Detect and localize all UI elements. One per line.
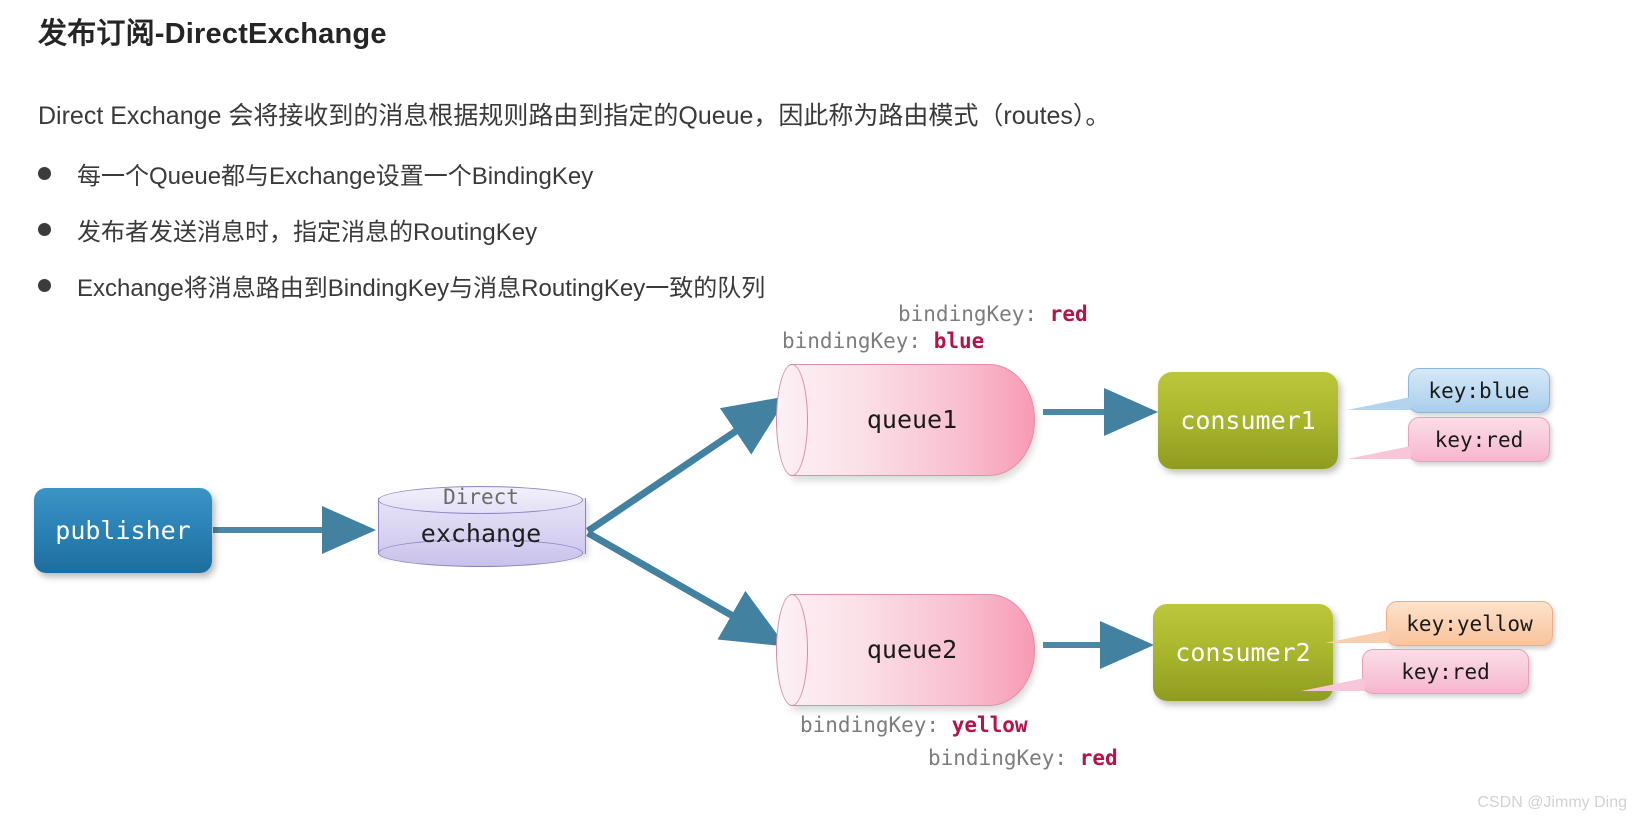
- arrow-exchange-to-queue2: [586, 529, 787, 647]
- watermark: CSDN @Jimmy Ding: [1477, 794, 1627, 811]
- exchange-node[interactable]: Direct exchange: [378, 485, 586, 567]
- message-bubble-label: key:red: [1434, 427, 1524, 452]
- message-bubble-label: key:blue: [1428, 378, 1530, 403]
- arrow-exchange-to-queue1: [586, 396, 788, 534]
- queue1-label: queue1: [866, 404, 958, 434]
- binding-key-value: blue: [933, 329, 985, 353]
- binding-key-label-queue1-red: bindingKey: red: [898, 302, 1088, 326]
- message-bubble-key-red-consumer1: key:red: [1347, 417, 1550, 462]
- binding-key-prefix: bindingKey:: [928, 746, 1080, 770]
- message-bubble-key-red-consumer2: key:red: [1301, 649, 1529, 694]
- exchange-label: exchange: [420, 519, 542, 548]
- binding-key-label-queue2-yellow: bindingKey: yellow: [800, 713, 1028, 737]
- bubble-tail-icon: [1347, 397, 1411, 410]
- exchange-type-label: Direct: [443, 485, 519, 509]
- consumer1-label: consumer1: [1180, 406, 1316, 435]
- queue2-label: queue2: [866, 634, 958, 664]
- binding-key-value: red: [1079, 746, 1118, 770]
- consumer2-label: consumer2: [1175, 638, 1311, 667]
- binding-key-prefix: bindingKey:: [898, 302, 1050, 326]
- binding-key-label-queue2-red: bindingKey: red: [928, 746, 1118, 770]
- message-bubble-label: key:red: [1401, 659, 1490, 684]
- bubble-tail-icon: [1347, 446, 1411, 459]
- message-bubble-label: key:yellow: [1406, 611, 1533, 636]
- bubble-tail-icon: [1301, 678, 1365, 691]
- binding-key-prefix: bindingKey:: [782, 329, 934, 353]
- publisher-label: publisher: [55, 516, 191, 545]
- message-bubble-key-yellow: key:yellow: [1325, 601, 1553, 646]
- direct-exchange-diagram: bindingKey: red bindingKey: blue binding…: [0, 0, 1643, 822]
- consumer1-node[interactable]: consumer1: [1158, 372, 1338, 469]
- bubble-tail-icon: [1325, 630, 1389, 643]
- message-bubble-key-blue: key:blue: [1347, 368, 1550, 413]
- binding-key-label-queue1-blue: bindingKey: blue: [782, 329, 984, 353]
- publisher-node[interactable]: publisher: [34, 488, 212, 573]
- binding-key-value: red: [1049, 302, 1088, 326]
- queue1-node[interactable]: queue1: [776, 364, 1044, 476]
- binding-key-prefix: bindingKey:: [800, 713, 952, 737]
- binding-key-value: yellow: [951, 713, 1028, 737]
- queue2-node[interactable]: queue2: [776, 594, 1044, 706]
